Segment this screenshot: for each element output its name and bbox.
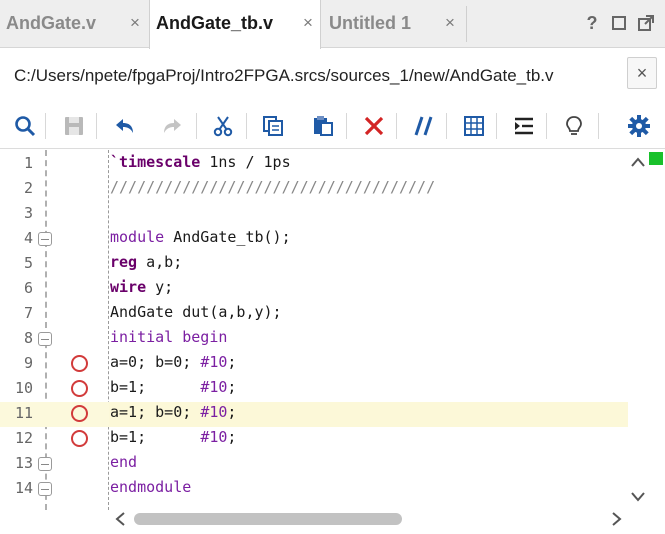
code-line-14[interactable]: 14 endmodule [0, 477, 628, 502]
tab-divider [466, 6, 467, 42]
line-number: 14 [14, 479, 33, 497]
line-number: 4 [23, 229, 33, 247]
fold-end-icon[interactable] [38, 457, 52, 471]
code-text: AndGate dut(a,b,y); [110, 303, 282, 321]
tab-andgate-v[interactable]: AndGate.v × [0, 0, 150, 48]
code-line-9[interactable]: 9 a=0; b=0; #10; [0, 352, 628, 377]
code-line-4[interactable]: 4 module AndGate_tb(); [0, 227, 628, 252]
line-number: 3 [23, 204, 33, 222]
code-line-6[interactable]: 6 wire y; [0, 277, 628, 302]
scroll-down-icon[interactable] [628, 487, 648, 507]
tab-label: AndGate.v [6, 13, 97, 33]
gear-icon[interactable] [624, 111, 654, 141]
code-text: a=0; b=0; #10; [110, 353, 237, 371]
line-number: 2 [23, 179, 33, 197]
code-editor[interactable]: 1 `timescale 1ns / 1ps 2 ///////////////… [0, 150, 665, 534]
close-icon[interactable]: × [300, 13, 316, 33]
code-text: endmodule [110, 478, 192, 496]
code-line-1[interactable]: 1 `timescale 1ns / 1ps [0, 152, 628, 177]
tab-label: AndGate_tb.v [156, 13, 274, 33]
fold-collapse-icon[interactable] [38, 232, 52, 246]
tab-label: Untitled 1 [329, 13, 412, 33]
breakpoint-icon[interactable] [71, 405, 88, 422]
code-text: reg a,b; [110, 253, 183, 271]
cut-icon[interactable] [208, 111, 238, 141]
line-number: 11 [14, 404, 33, 422]
code-text: end [110, 453, 138, 471]
save-icon[interactable] [59, 111, 89, 141]
editor-toolbar [0, 103, 665, 149]
comment-icon[interactable] [409, 111, 439, 141]
code-line-5[interactable]: 5 reg a,b; [0, 252, 628, 277]
tab-untitled-1[interactable]: Untitled 1 × [321, 0, 467, 48]
breakpoint-icon[interactable] [71, 430, 88, 447]
code-text: wire y; [110, 278, 174, 296]
code-line-12[interactable]: 12 b=1; #10; [0, 427, 628, 452]
horizontal-scrollbar[interactable] [108, 508, 628, 530]
line-number: 7 [23, 304, 33, 322]
fold-collapse-icon[interactable] [38, 332, 52, 346]
code-text: b=1; #10; [110, 378, 237, 396]
scroll-up-icon[interactable] [628, 152, 648, 172]
file-path-bar: C:/Users/npete/fpgaProj/Intro2FPGA.srcs/… [0, 49, 665, 103]
code-line-8[interactable]: 8 initial begin [0, 327, 628, 352]
fold-end-icon[interactable] [38, 482, 52, 496]
code-line-13[interactable]: 13 end [0, 452, 628, 477]
line-number: 5 [23, 254, 33, 272]
scroll-right-icon[interactable] [608, 509, 626, 529]
code-text: `timescale 1ns / 1ps [110, 153, 291, 171]
code-line-11-current[interactable]: 11 a=1; b=0; #10; [0, 402, 628, 427]
line-number: 10 [14, 379, 33, 397]
code-text: //////////////////////////////////// [110, 178, 436, 196]
line-number: 12 [14, 429, 33, 447]
line-number: 6 [23, 279, 33, 297]
undo-icon[interactable] [109, 111, 139, 141]
copy-icon[interactable] [258, 111, 288, 141]
close-icon[interactable]: × [442, 13, 458, 33]
code-text: b=1; #10; [110, 428, 237, 446]
float-window-icon[interactable] [636, 12, 656, 34]
line-number: 13 [14, 454, 33, 472]
line-number: 1 [23, 154, 33, 172]
scroll-left-icon[interactable] [111, 509, 129, 529]
maximize-icon[interactable] [609, 12, 629, 34]
file-path: C:/Users/npete/fpgaProj/Intro2FPGA.srcs/… [14, 66, 554, 85]
code-text: module AndGate_tb(); [110, 228, 291, 246]
tab-bar: AndGate.v × AndGate_tb.v × Untitled 1 × … [0, 0, 665, 49]
lightbulb-icon[interactable] [559, 111, 589, 141]
help-icon[interactable]: ? [582, 12, 602, 34]
indent-icon[interactable] [509, 111, 539, 141]
redo-icon[interactable] [158, 111, 188, 141]
block-selection-icon[interactable] [459, 111, 489, 141]
code-line-3[interactable]: 3 [0, 202, 628, 227]
paste-icon[interactable] [308, 111, 338, 141]
close-icon[interactable]: × [127, 13, 143, 33]
breakpoint-icon[interactable] [71, 355, 88, 372]
tab-andgate-tb-v[interactable]: AndGate_tb.v × [149, 0, 321, 49]
close-path-button[interactable]: × [627, 57, 657, 89]
code-text: a=1; b=0; #10; [110, 403, 237, 421]
vertical-scrollbar[interactable] [628, 150, 665, 510]
search-icon[interactable] [10, 111, 40, 141]
scrollbar-thumb[interactable] [134, 513, 402, 525]
breakpoint-icon[interactable] [71, 380, 88, 397]
line-number: 8 [23, 329, 33, 347]
code-text: initial begin [110, 328, 228, 346]
delete-icon[interactable] [359, 111, 389, 141]
line-number: 9 [23, 354, 33, 372]
code-line-10[interactable]: 10 b=1; #10; [0, 377, 628, 402]
code-line-7[interactable]: 7 AndGate dut(a,b,y); [0, 302, 628, 327]
status-indicator [649, 152, 663, 165]
code-line-2[interactable]: 2 //////////////////////////////////// [0, 177, 628, 202]
